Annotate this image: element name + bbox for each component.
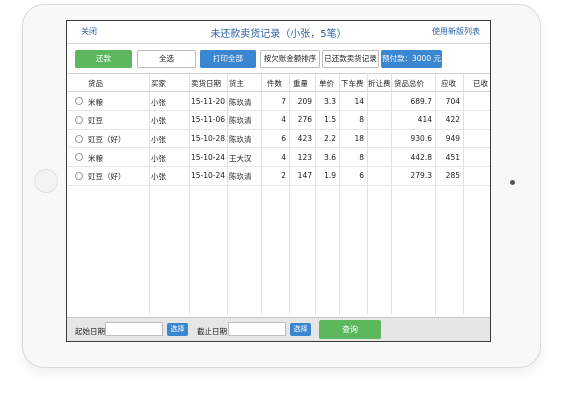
buyer-cell: 小张	[151, 98, 166, 107]
buyer-cell: 小张	[151, 135, 166, 144]
row-divider	[67, 166, 490, 167]
weight-cell: 123	[297, 153, 312, 162]
unload-fee-cell: 6	[359, 171, 364, 180]
owner-cell: 王大汉	[229, 154, 252, 163]
price-cell: 2.2	[324, 134, 336, 143]
receivable-cell: 949	[445, 134, 460, 143]
unload-fee-cell: 18	[354, 134, 364, 143]
goods-cell: 米粮	[88, 98, 103, 107]
receivable-cell: 451	[445, 153, 460, 162]
buyer-cell: 小张	[151, 172, 166, 181]
repaid-records-button[interactable]: 已还款卖货记录	[322, 50, 379, 68]
price-cell: 1.9	[324, 171, 336, 180]
total-cell: 442.8	[410, 153, 432, 162]
header-bar: 关闭 未还款卖货记录（小张，5笔） 使用新版列表	[67, 21, 490, 44]
total-cell: 930.6	[410, 134, 432, 143]
end-date-label: 截止日期	[197, 327, 227, 336]
column-header-goods: 货品	[88, 79, 103, 88]
date-cell: 15-10-28	[191, 134, 226, 143]
owner-cell: 陈玖清	[229, 116, 252, 125]
column-header-discount-fee: 折让费	[368, 79, 391, 88]
header-divider	[67, 91, 490, 92]
owner-cell: 陈玖清	[229, 98, 252, 107]
date-cell: 15-11-06	[191, 115, 226, 124]
new-list-link[interactable]: 使用新版列表	[432, 26, 480, 37]
qty-cell: 7	[281, 97, 286, 106]
date-cell: 15-11-20	[191, 97, 226, 106]
qty-cell: 6	[281, 134, 286, 143]
row-select-radio[interactable]	[75, 97, 83, 105]
row-divider	[67, 147, 490, 148]
price-cell: 3.3	[324, 97, 336, 106]
start-date-label: 起始日期	[75, 327, 105, 336]
date-cell: 15-10-24	[191, 171, 226, 180]
weight-cell: 147	[297, 171, 312, 180]
buyer-cell: 小张	[151, 154, 166, 163]
price-cell: 3.6	[324, 153, 336, 162]
receivable-cell: 285	[445, 171, 460, 180]
row-divider	[67, 110, 490, 111]
goods-cell: 豇豆（好）	[88, 135, 126, 144]
qty-cell: 2	[281, 171, 286, 180]
price-cell: 1.5	[324, 115, 336, 124]
column-header-unload-fee: 下车费	[341, 79, 364, 88]
total-cell: 689.7	[410, 97, 432, 106]
app-window: 关闭 未还款卖货记录（小张，5笔） 使用新版列表 还款 全选 打印全部 按欠账金…	[66, 20, 491, 342]
goods-cell: 豇豆	[88, 116, 103, 125]
start-date-pick-button[interactable]: 选择	[167, 323, 188, 336]
column-header-date: 卖货日期	[191, 79, 221, 88]
unload-fee-cell: 14	[354, 97, 364, 106]
weight-cell: 423	[297, 134, 312, 143]
goods-cell: 米粮	[88, 154, 103, 163]
qty-cell: 4	[281, 115, 286, 124]
records-table: 货品 买家 卖货日期 货主 件数 重量 单价 下车费 折让费 货品总价 应收 已…	[67, 73, 490, 315]
table-top-border	[67, 73, 490, 74]
end-date-input[interactable]	[228, 322, 286, 336]
column-header-received: 已收	[473, 79, 488, 88]
column-header-weight: 重量	[293, 79, 308, 88]
owner-cell: 陈玖清	[229, 135, 252, 144]
column-header-qty: 件数	[267, 79, 282, 88]
weight-cell: 209	[297, 97, 312, 106]
select-all-button[interactable]: 全选	[137, 50, 196, 68]
query-button[interactable]: 查询	[319, 320, 381, 339]
repay-button[interactable]: 还款	[75, 50, 132, 68]
receivable-cell: 704	[445, 97, 460, 106]
date-cell: 15-10-24	[191, 153, 226, 162]
home-button[interactable]	[34, 169, 58, 193]
row-select-radio[interactable]	[75, 172, 83, 180]
end-date-pick-button[interactable]: 选择	[290, 323, 311, 336]
print-all-button[interactable]: 打印全部	[200, 50, 256, 68]
sort-by-debt-button[interactable]: 按欠账金额排序	[260, 50, 320, 68]
column-header-receivable: 应收	[441, 79, 456, 88]
row-select-radio[interactable]	[75, 135, 83, 143]
start-date-input[interactable]	[105, 322, 163, 336]
page-title: 未还款卖货记录（小张，5笔）	[210, 29, 347, 40]
row-divider	[67, 129, 490, 130]
weight-cell: 276	[297, 115, 312, 124]
goods-cell: 豇豆（好）	[88, 172, 126, 181]
date-filter-bar: 起始日期 选择 截止日期 选择 查询	[67, 317, 490, 341]
unload-fee-cell: 8	[359, 115, 364, 124]
column-header-total: 货品总价	[394, 79, 424, 88]
column-header-owner: 货主	[229, 79, 244, 88]
row-select-radio[interactable]	[75, 153, 83, 161]
unload-fee-cell: 8	[359, 153, 364, 162]
buyer-cell: 小张	[151, 116, 166, 125]
row-divider	[67, 185, 490, 186]
owner-cell: 陈玖清	[229, 172, 252, 181]
prepaid-badge: 预付款：3000 元	[381, 50, 442, 68]
total-cell: 414	[417, 115, 432, 124]
camera-icon	[510, 180, 515, 185]
qty-cell: 4	[281, 153, 286, 162]
column-header-buyer: 买家	[151, 79, 166, 88]
row-select-radio[interactable]	[75, 116, 83, 124]
receivable-cell: 422	[445, 115, 460, 124]
column-header-price: 单价	[319, 79, 334, 88]
total-cell: 279.3	[410, 171, 432, 180]
